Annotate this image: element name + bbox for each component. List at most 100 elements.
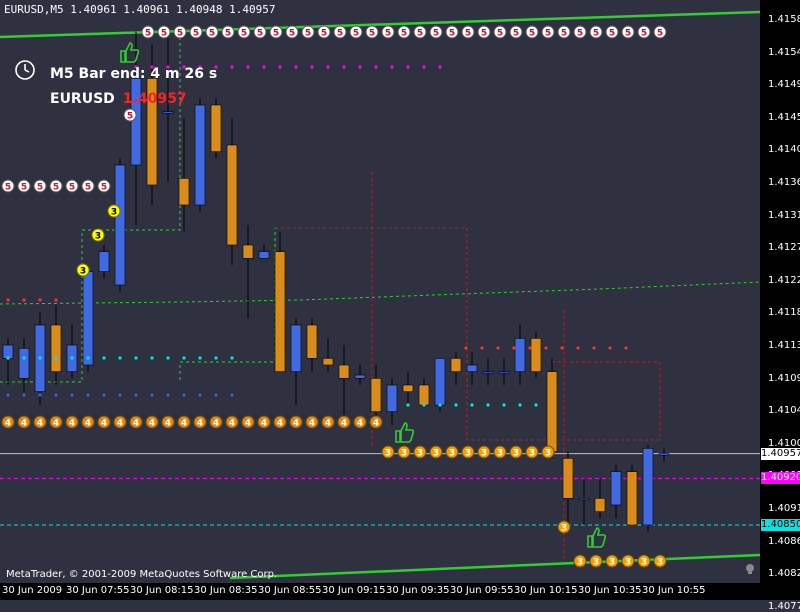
pivot-dot — [294, 65, 298, 69]
pivot-dot — [214, 356, 218, 360]
low-marker-label: 3 — [561, 524, 567, 534]
pivot-dot — [422, 403, 426, 407]
clock-icon — [15, 60, 35, 80]
pivot-dot — [406, 403, 410, 407]
pivot-dot — [70, 356, 74, 360]
period-marker-label: 5 — [529, 29, 535, 39]
pivot-dot — [38, 356, 42, 360]
candle-body — [50, 324, 62, 372]
chart-header-label: EURUSD,M5 1.40961 1.40961 1.40948 1.4095… — [4, 3, 276, 16]
low-marker-label: 3 — [625, 558, 631, 568]
bar-end-timer: M5 Bar end: 4 m 26 s — [50, 66, 218, 82]
period-marker-label: 5 — [37, 183, 43, 193]
rising-marker-label: 3 — [95, 232, 101, 242]
pivot-dot — [134, 356, 138, 360]
pivot-dot — [390, 65, 394, 69]
price-tick: 1.41180 — [768, 307, 800, 319]
candle-body — [306, 324, 318, 359]
candle-body — [178, 178, 190, 206]
price-tick: 1.41495 — [768, 79, 800, 91]
price-tick: 1.41315 — [768, 209, 800, 221]
pivot-dot — [166, 393, 170, 397]
channel-lower-line — [229, 553, 760, 580]
candle-body — [434, 358, 446, 406]
time-tick: 30 Jun 09:15 — [322, 585, 386, 596]
level-marker-label: 4 — [165, 419, 171, 429]
thumbs-up-icon — [120, 42, 140, 63]
period-marker-label: 5 — [85, 183, 91, 193]
pivot-dot — [624, 346, 628, 350]
pivot-dot — [38, 393, 42, 397]
low-marker-label: 3 — [609, 558, 615, 568]
candle-body — [290, 324, 302, 372]
low-marker-label: 3 — [545, 449, 551, 459]
pivot-dot — [342, 65, 346, 69]
period-marker-label: 5 — [225, 29, 231, 39]
low-marker-label: 3 — [641, 558, 647, 568]
pivot-dot — [608, 346, 612, 350]
low-marker-label: 3 — [385, 449, 391, 459]
pivot-dot — [518, 403, 522, 407]
pivot-dot — [560, 346, 564, 350]
pivot-dot — [54, 393, 58, 397]
period-marker-label: 5 — [433, 29, 439, 39]
low-marker-label: 3 — [433, 449, 439, 459]
period-marker-label: 5 — [561, 29, 567, 39]
pivot-dot — [54, 356, 58, 360]
period-marker-label: 5 — [385, 29, 391, 39]
time-tick: 30 Jun 09:55 — [450, 585, 514, 596]
pivot-dot — [502, 403, 506, 407]
time-axis[interactable]: 30 Jun 2009 30 Jun 07:55 30 Jun 08:15 30 Ju… — [0, 583, 760, 600]
candle-body — [594, 498, 606, 512]
level-marker-label: 4 — [357, 419, 363, 429]
candle-body — [370, 378, 382, 412]
pivot-dot — [358, 65, 362, 69]
candle-body — [546, 371, 558, 452]
price-tick: 1.40820 — [768, 568, 800, 580]
candle-body — [338, 364, 350, 379]
candle-body — [322, 358, 334, 366]
pivot-dot — [470, 403, 474, 407]
candle-body — [418, 384, 430, 406]
level-marker-label: 4 — [261, 419, 267, 429]
price-chart[interactable]: 5 5 5 5 5 5 5 5 5 5 5 5 5 5 5 5 5 5 5 5 5 5 5 5 5 5 5 5 5 5 5 5 55 5 5 5 5 5 5… — [0, 0, 760, 583]
pivot-dot — [512, 346, 516, 350]
level-marker-label: 4 — [117, 419, 123, 429]
level-marker-label: 4 — [149, 419, 155, 429]
level-marker-label: 4 — [293, 419, 299, 429]
period-marker-label: 5 — [337, 29, 343, 39]
pivot-dot — [118, 393, 122, 397]
level-marker-label: 4 — [21, 419, 27, 429]
pivot-dot — [246, 65, 250, 69]
period-marker-label: 5 — [69, 183, 75, 193]
low-marker-label: 3 — [657, 558, 663, 568]
period-marker-label: 5 — [545, 29, 551, 39]
pivot-dot — [422, 65, 426, 69]
level-marker-label: 4 — [69, 419, 75, 429]
low-marker-label: 3 — [497, 449, 503, 459]
pivot-dot — [6, 298, 10, 302]
level-marker-label: 4 — [277, 419, 283, 429]
candle-body — [2, 344, 14, 359]
period-marker-label: 5 — [273, 29, 279, 39]
time-tick: 30 Jun 08:15 — [130, 585, 194, 596]
pivot-dot — [198, 356, 202, 360]
pivot-dot — [480, 346, 484, 350]
price-tag: 1.40850 — [761, 519, 800, 531]
price-axis[interactable]: 1.41585 1.41540 1.41495 1.41450 1.41405 1.413… — [760, 0, 800, 612]
time-tick: 30 Jun 08:55 — [258, 585, 322, 596]
period-marker-label: 5 — [257, 29, 263, 39]
candle-body — [194, 104, 206, 206]
period-marker-label: 5 — [21, 183, 27, 193]
price-tag: 1.40920 — [761, 472, 800, 485]
pivot-dot — [150, 356, 154, 360]
candle-body — [562, 458, 574, 499]
pivot-dot — [544, 346, 548, 350]
period-marker-label: 5 — [101, 183, 107, 193]
pivot-dot — [464, 346, 468, 350]
copyright-notice: MetaTrader, © 2001-2009 MetaQuotes Softw… — [6, 569, 278, 580]
chart-area[interactable]: 5555555555555555555555555555555555555555… — [0, 0, 760, 583]
symbol-price-readout: EURUSD 1.40957 — [50, 91, 187, 107]
candle-body — [498, 371, 510, 374]
period-marker-label: 5 — [593, 29, 599, 39]
